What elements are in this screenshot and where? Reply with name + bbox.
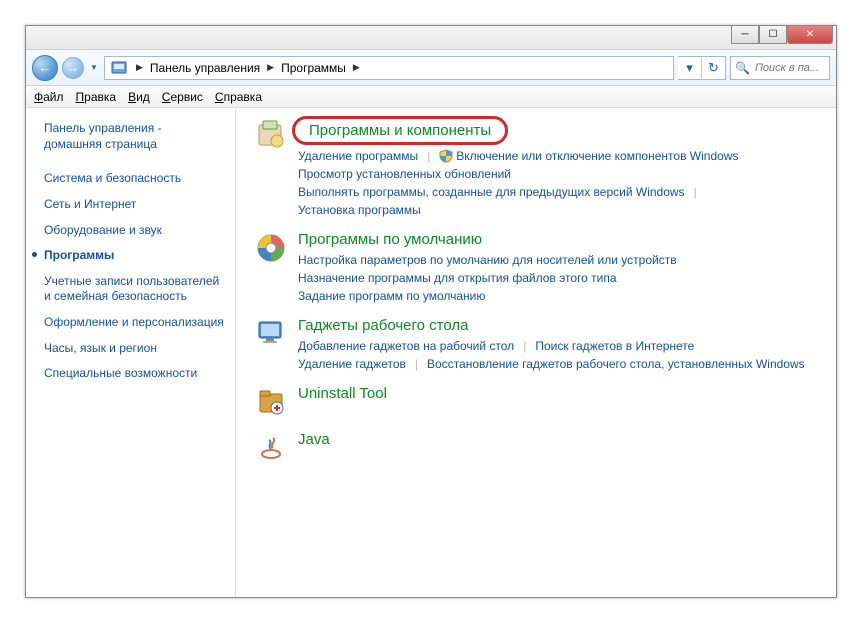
sidebar-item-users[interactable]: Учетные записи пользователей и семейная …: [44, 269, 225, 310]
sidebar-item-network[interactable]: Сеть и Интернет: [44, 192, 225, 218]
sidebar-item-system[interactable]: Система и безопасность: [44, 166, 225, 192]
sidebar-home-label: Панель управления -: [44, 121, 162, 135]
explorer-window: ─ ☐ ✕ ← → ▼ ▶ Панель управления ▶ Програ…: [25, 25, 837, 598]
menu-edit[interactable]: Правка: [76, 90, 117, 104]
arrow-left-icon: ←: [39, 60, 52, 75]
link-set-default-programs[interactable]: Задание программ по умолчанию: [298, 287, 485, 305]
link-file-type-defaults[interactable]: Назначение программы для открытия файлов…: [298, 269, 617, 287]
search-input[interactable]: [753, 61, 825, 75]
address-bar: ← → ▼ ▶ Панель управления ▶ Программы ▶ …: [26, 50, 836, 86]
breadcrumb-separator-icon: ▶: [262, 62, 279, 73]
section-java: Java: [254, 431, 818, 465]
link-separator: |: [523, 337, 526, 355]
link-separator: |: [694, 183, 697, 201]
menu-view[interactable]: Вид: [128, 90, 150, 104]
breadcrumb-separator-icon: ▶: [131, 62, 148, 73]
menubar: Файл Правка Вид Сервис Справка: [26, 86, 836, 108]
content-area: Программы и компоненты Удаление программ…: [236, 108, 836, 597]
breadcrumb-bar[interactable]: ▶ Панель управления ▶ Программы ▶: [104, 56, 674, 80]
link-separator: |: [427, 147, 430, 165]
titlebar: ─ ☐ ✕: [26, 26, 836, 50]
sidebar-home-link[interactable]: Панель управления - домашняя страница: [44, 120, 225, 152]
link-add-gadgets[interactable]: Добавление гаджетов на рабочий стол: [298, 337, 514, 355]
link-view-updates[interactable]: Просмотр установленных обновлений: [298, 165, 511, 183]
sidebar-home-label: домашняя страница: [44, 137, 157, 151]
default-programs-icon: [254, 231, 288, 265]
java-icon: [254, 431, 288, 465]
link-find-gadgets-online[interactable]: Поиск гаджетов в Интернете: [535, 337, 694, 355]
programs-components-icon: [254, 118, 288, 152]
refresh-icon: ↻: [708, 60, 719, 76]
minimize-button[interactable]: ─: [731, 26, 759, 44]
uninstall-tool-icon: [254, 385, 288, 419]
search-icon: 🔍: [735, 61, 750, 75]
unknown-toggle[interactable]: ▾: [678, 56, 702, 80]
breadcrumb-root[interactable]: Панель управления: [148, 61, 262, 75]
section-title-default-programs[interactable]: Программы по умолчанию: [298, 231, 482, 248]
forward-button[interactable]: →: [62, 57, 84, 79]
link-windows-features[interactable]: Включение или отключение компонентов Win…: [456, 147, 738, 165]
menu-help[interactable]: Справка: [215, 90, 262, 104]
maximize-button[interactable]: ☐: [759, 26, 787, 44]
sidebar-item-hardware[interactable]: Оборудование и звук: [44, 218, 225, 244]
link-media-defaults[interactable]: Настройка параметров по умолчанию для но…: [298, 251, 677, 269]
section-title-java[interactable]: Java: [298, 431, 330, 448]
control-panel-icon: [111, 60, 127, 76]
search-box[interactable]: 🔍: [730, 56, 830, 80]
breadcrumb-separator-icon: ▶: [348, 62, 365, 73]
history-dropdown-icon[interactable]: ▼: [88, 63, 100, 72]
section-title-uninstall-tool[interactable]: Uninstall Tool: [298, 385, 387, 402]
section-desktop-gadgets: Гаджеты рабочего стола Добавление гаджет…: [254, 317, 818, 373]
sidebar-item-ease[interactable]: Специальные возможности: [44, 361, 225, 387]
shield-icon: [439, 149, 453, 163]
menu-service[interactable]: Сервис: [162, 90, 203, 104]
sidebar-item-appearance[interactable]: Оформление и персонализация: [44, 310, 225, 336]
link-run-older-programs[interactable]: Выполнять программы, созданные для преды…: [298, 183, 685, 201]
close-button[interactable]: ✕: [787, 26, 833, 44]
section-title-gadgets[interactable]: Гаджеты рабочего стола: [298, 317, 468, 334]
menu-file[interactable]: Файл: [34, 90, 64, 104]
refresh-button[interactable]: ↻: [702, 56, 726, 80]
breadcrumb-current[interactable]: Программы: [279, 61, 348, 75]
sidebar: Панель управления - домашняя страница Си…: [26, 108, 236, 597]
link-restore-gadgets[interactable]: Восстановление гаджетов рабочего стола, …: [427, 355, 805, 373]
section-default-programs: Программы по умолчанию Настройка парамет…: [254, 231, 818, 305]
section-programs-components: Программы и компоненты Удаление программ…: [254, 118, 818, 219]
section-title-programs-components[interactable]: Программы и компоненты: [292, 116, 508, 145]
link-install-program[interactable]: Установка программы: [298, 201, 421, 219]
desktop-gadgets-icon: [254, 317, 288, 351]
sidebar-item-programs[interactable]: Программы: [44, 243, 225, 269]
sidebar-item-clock[interactable]: Часы, язык и регион: [44, 336, 225, 362]
link-remove-gadgets[interactable]: Удаление гаджетов: [298, 355, 406, 373]
section-uninstall-tool: Uninstall Tool: [254, 385, 818, 419]
arrow-right-icon: →: [67, 60, 80, 75]
back-button[interactable]: ←: [32, 55, 58, 81]
link-separator: |: [415, 355, 418, 373]
link-uninstall-program[interactable]: Удаление программы: [298, 147, 418, 165]
window-body: Панель управления - домашняя страница Си…: [26, 108, 836, 597]
